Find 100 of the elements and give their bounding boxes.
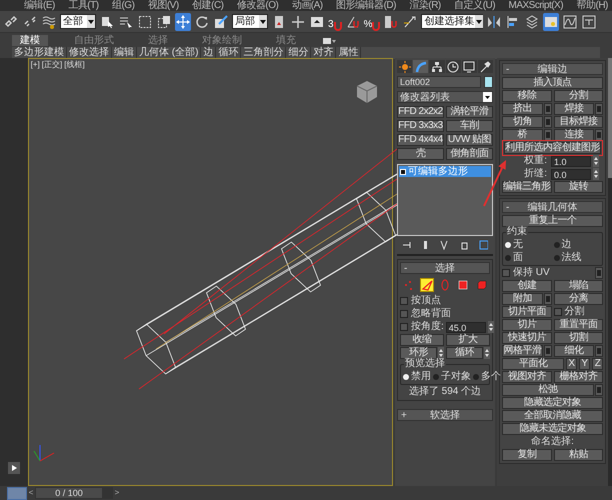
percent-snap-toggle[interactable]: % — [364, 12, 380, 30]
scene-explorer-icon[interactable] — [543, 12, 560, 30]
menu-item[interactable]: 视图(V) — [148, 0, 179, 11]
tool-button[interactable]: 复制 — [502, 449, 552, 461]
modifier-button[interactable]: UVW 贴图 — [446, 134, 493, 146]
command-panel-tab[interactable] — [462, 60, 477, 73]
settings-button[interactable] — [595, 129, 603, 141]
spinner-field[interactable]: 1.0 — [551, 156, 591, 166]
next-frame-button[interactable]: > — [113, 487, 121, 499]
caret-icon[interactable] — [475, 15, 484, 28]
layers-icon[interactable] — [524, 12, 540, 30]
modifier-button[interactable]: 倒角剖面 — [446, 148, 493, 160]
viewport-thumbnail[interactable] — [7, 486, 27, 500]
dropdown[interactable]: 创建选择集 — [421, 14, 484, 29]
radio-button[interactable] — [505, 242, 511, 248]
ribbon-tab[interactable]: 自由形式 — [66, 35, 122, 46]
ribbon-tab[interactable]: 填充 — [268, 35, 304, 46]
settings-button[interactable] — [544, 129, 552, 141]
menu-item[interactable]: 组(G) — [112, 0, 134, 11]
modifier-button[interactable]: FFD 4x4x4 — [397, 134, 444, 146]
tool-button[interactable]: 旋转 — [554, 181, 603, 193]
tool-button[interactable]: 挤出 — [502, 103, 542, 115]
tool-button[interactable]: 插入顶点 — [502, 77, 603, 89]
command-panel-tab[interactable] — [413, 60, 428, 73]
tab-options-icon[interactable] — [322, 36, 336, 44]
tool-button[interactable]: 隐藏未选定对象 — [502, 423, 603, 435]
axis-button[interactable]: X — [566, 358, 577, 370]
modifier-stack-list[interactable]: 可编辑多边形 — [397, 164, 493, 236]
tool-button[interactable]: 分割 — [554, 90, 603, 102]
tool-button[interactable]: 循环 — [446, 347, 483, 359]
checkbox[interactable] — [400, 310, 408, 318]
tool-button[interactable]: 扩大 — [446, 334, 490, 346]
spinner-arrows-icon[interactable] — [593, 168, 599, 180]
tool-button[interactable]: 收缩 — [400, 334, 444, 346]
tool-button[interactable]: 目标焊接 — [554, 116, 603, 128]
menu-item[interactable]: 创建(C) — [192, 0, 224, 11]
rollout-header[interactable]: - 选择 — [400, 262, 490, 274]
radio-button[interactable] — [505, 255, 511, 261]
tool-button[interactable]: 附加 — [502, 293, 542, 305]
object-name-field[interactable]: Loft002 — [397, 76, 481, 88]
command-panel-tab[interactable] — [478, 60, 494, 73]
tool-button[interactable]: 松弛 — [502, 384, 594, 396]
modifier-button[interactable]: FFD 2x2x2 — [397, 106, 444, 118]
subobject-level-button[interactable] — [420, 278, 434, 292]
scale-icon[interactable] — [213, 12, 229, 30]
rollout-toggle[interactable]: - — [404, 262, 412, 274]
radio-button[interactable] — [433, 374, 439, 380]
ribbon-tab[interactable]: 建模 — [12, 35, 48, 46]
ribbon-tab[interactable]: 选择 — [140, 35, 176, 46]
rollout-toggle[interactable]: + — [401, 410, 409, 420]
tool-button[interactable]: 隐藏选定对象 — [502, 397, 603, 409]
tool-button[interactable]: 网格平滑 — [502, 345, 542, 357]
tool-button[interactable]: 桥 — [502, 129, 542, 141]
viewport-label[interactable]: [线框] — [64, 60, 85, 70]
expand-button[interactable] — [8, 462, 20, 474]
tool-button[interactable]: 利用所选内容创建图形 — [504, 142, 601, 154]
menu-item[interactable]: 动画(A) — [292, 0, 323, 11]
modifier-button[interactable]: 车削 — [446, 120, 493, 132]
curve-editor-icon[interactable] — [562, 12, 578, 30]
command-panel-tab[interactable] — [446, 60, 461, 73]
caret-icon[interactable] — [259, 15, 267, 28]
move-icon[interactable] — [175, 12, 191, 30]
dropdown[interactable]: 局部 — [232, 14, 268, 29]
radio-button[interactable] — [554, 242, 560, 248]
tool-button[interactable]: 切片 — [502, 319, 552, 331]
tool-button[interactable]: 焊接 — [554, 103, 594, 115]
tool-button[interactable]: 分离 — [554, 293, 603, 305]
modifier-button[interactable]: FFD 3x3x3 — [397, 120, 444, 132]
tool-button[interactable]: 切片平面 — [502, 306, 552, 318]
rollout-header[interactable]: - 编辑几何体 — [502, 201, 603, 213]
tool-button[interactable]: 环形 — [400, 347, 437, 359]
subobject-level-button[interactable] — [456, 278, 470, 292]
command-panel-tab[interactable] — [397, 60, 412, 73]
tool-button[interactable]: 栅格对齐 — [554, 371, 603, 383]
axis-button[interactable]: Y — [579, 358, 590, 370]
menu-item[interactable]: 编辑(E) — [24, 0, 55, 11]
tool-button[interactable]: 重复上一个 — [502, 215, 603, 227]
viewport-label[interactable]: [+] — [30, 60, 40, 70]
tool-button[interactable]: 创建 — [502, 280, 552, 292]
tool-button[interactable]: 编辑三角形 — [502, 181, 552, 193]
ribbon-tab[interactable]: 对象绘制 — [194, 35, 250, 46]
spinner-field[interactable]: 0.0 — [551, 168, 591, 180]
rollout-toggle[interactable]: - — [506, 202, 514, 212]
radio-button[interactable] — [473, 374, 479, 380]
rollout-header[interactable]: - 编辑边 — [502, 63, 603, 75]
tool-button[interactable]: 切割 — [554, 332, 603, 344]
tool-button[interactable]: 移除 — [502, 90, 552, 102]
snap-toggle[interactable]: 3 — [328, 12, 342, 30]
spinner-field[interactable]: 45.0 — [446, 322, 486, 332]
tool-button[interactable]: 塌陷 — [554, 280, 603, 292]
radio-button[interactable] — [403, 374, 409, 380]
checkbox[interactable] — [502, 269, 510, 277]
spinner-arrows-icon[interactable] — [488, 321, 494, 333]
menu-item[interactable]: 图形编辑器(D) — [336, 0, 396, 11]
tool-button[interactable]: 视图对齐 — [502, 371, 552, 383]
axis-button[interactable]: Z — [592, 358, 603, 370]
modifier-button[interactable]: 壳 — [397, 148, 444, 160]
tool-button[interactable]: 连接 — [554, 129, 594, 141]
spinner-arrows-icon[interactable] — [484, 347, 490, 359]
tool-button[interactable]: 切角 — [502, 116, 542, 128]
